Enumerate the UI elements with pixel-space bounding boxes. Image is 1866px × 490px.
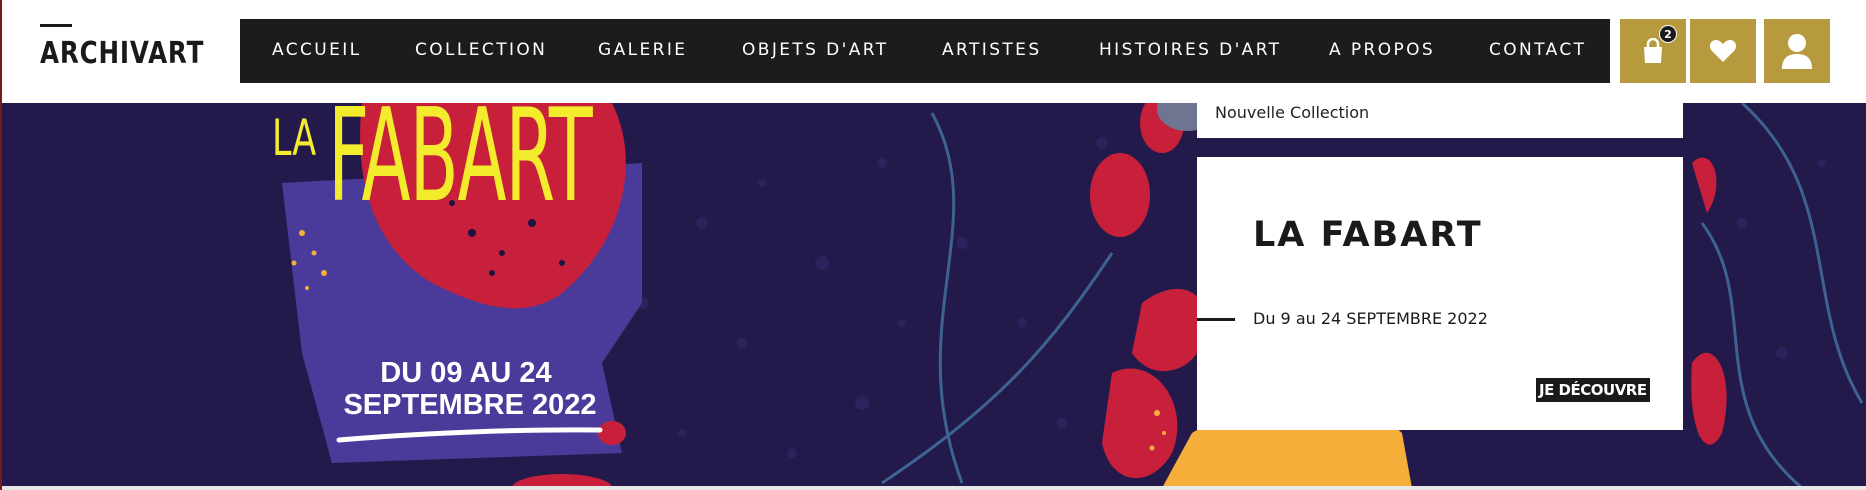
nav-item-contact[interactable]: CONTACT xyxy=(1489,40,1586,60)
heart-icon xyxy=(1709,40,1737,62)
user-icon xyxy=(1782,34,1812,69)
poster-date-line1: DU 09 AU 24 xyxy=(380,357,552,389)
featured-date: Du 9 au 24 SEPTEMBRE 2022 xyxy=(1253,309,1488,328)
shopping-bag-icon xyxy=(1644,38,1662,63)
nav-item-objets-dart[interactable]: OBJETS D'ART xyxy=(742,40,889,60)
cart-count-badge: 2 xyxy=(1659,25,1677,43)
site-header: ARCHIVART ACCUEIL COLLECTION GALERIE OBJ… xyxy=(2,0,1866,103)
poster-date-line2: SEPTEMBRE 2022 xyxy=(343,389,597,421)
featured-title: LA FABART xyxy=(1253,215,1483,255)
collection-label-card: Nouvelle Collection xyxy=(1197,103,1683,138)
cart-button[interactable]: 2 xyxy=(1620,19,1686,83)
featured-card: LA FABART Du 9 au 24 SEPTEMBRE 2022 JE D… xyxy=(1197,157,1683,430)
collection-label: Nouvelle Collection xyxy=(1215,103,1370,122)
hero-bottom-border xyxy=(2,486,1866,490)
poster-title: FABART xyxy=(328,103,593,231)
nav-item-collection[interactable]: COLLECTION xyxy=(415,40,547,60)
nav-item-histoires-dart[interactable]: HISTOIRES D'ART xyxy=(1099,40,1281,60)
poster-title-prefix: LA xyxy=(272,109,317,167)
nav-item-galerie[interactable]: GALERIE xyxy=(598,40,687,60)
nav-item-accueil[interactable]: ACCUEIL xyxy=(272,40,362,60)
featured-dash xyxy=(1197,318,1235,321)
logo-bar xyxy=(40,24,72,27)
nav-item-a-propos[interactable]: A PROPOS xyxy=(1329,40,1435,60)
main-nav: ACCUEIL COLLECTION GALERIE OBJETS D'ART … xyxy=(240,19,1610,83)
wishlist-button[interactable] xyxy=(1690,19,1756,83)
account-button[interactable] xyxy=(1764,19,1830,83)
page: LA FABART DU 09 AU 24 SEPTEMBRE 2022 Nou… xyxy=(0,0,1866,490)
site-logo[interactable]: ARCHIVART xyxy=(40,22,203,82)
nav-item-artistes[interactable]: ARTISTES xyxy=(942,40,1042,60)
logo-text: ARCHIVART xyxy=(40,36,205,71)
discover-button[interactable]: JE DÉCOUVRE xyxy=(1536,378,1650,402)
